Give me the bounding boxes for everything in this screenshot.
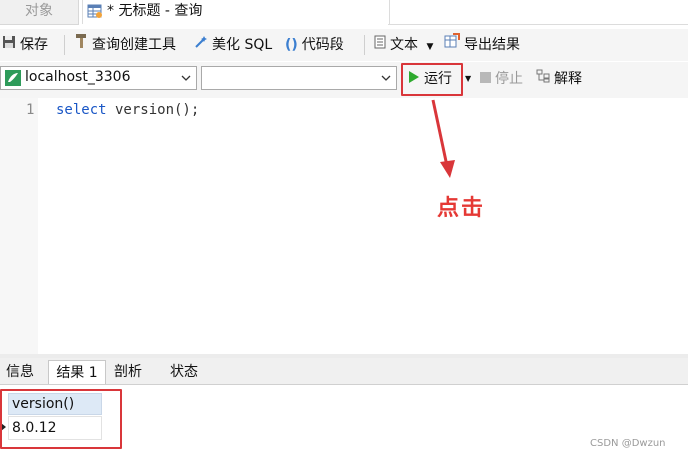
toolbar-separator bbox=[364, 35, 365, 55]
annotation-label: 点击 bbox=[437, 196, 486, 221]
explain-icon bbox=[536, 63, 550, 95]
database-select[interactable] bbox=[201, 66, 397, 90]
query-builder-label: 查询创建工具 bbox=[92, 37, 176, 53]
chevron-down-icon bbox=[181, 71, 191, 81]
stop-button[interactable]: 停止 bbox=[480, 63, 523, 95]
toolbar-separator bbox=[64, 35, 65, 55]
explain-button[interactable]: 解释 bbox=[536, 63, 582, 95]
tab-objects-label: 对象 bbox=[25, 3, 53, 19]
result-highlight-box bbox=[0, 389, 122, 449]
code-snippet-label: 代码段 bbox=[301, 37, 344, 53]
sql-keyword: select bbox=[56, 102, 107, 118]
chevron-down-icon: ▼ bbox=[426, 42, 434, 52]
sql-expression: version(); bbox=[106, 102, 200, 118]
watermark: CSDN @Dwzun bbox=[590, 438, 666, 449]
hammer-icon bbox=[74, 29, 88, 61]
export-results-label: 导出结果 bbox=[464, 37, 520, 53]
tab-objects[interactable]: 对象 bbox=[0, 0, 79, 25]
tab-status-label: 状态 bbox=[170, 364, 198, 380]
editor-gutter bbox=[0, 98, 38, 354]
chevron-down-icon: ▼ bbox=[465, 74, 472, 83]
query-builder-button[interactable]: 查询创建工具 bbox=[74, 29, 176, 61]
sql-editor[interactable]: select version(); bbox=[56, 102, 199, 118]
run-highlight-box bbox=[401, 63, 463, 96]
code-snippet-button[interactable]: () 代码段 bbox=[285, 29, 344, 61]
explain-label: 解释 bbox=[554, 71, 582, 87]
text-label: 文本 bbox=[390, 37, 418, 53]
tab-query[interactable]: * 无标题 - 查询 bbox=[82, 0, 390, 24]
stop-label: 停止 bbox=[495, 71, 523, 87]
document-icon bbox=[374, 29, 386, 61]
line-number: 1 bbox=[26, 102, 35, 118]
tab-info[interactable]: 信息 bbox=[0, 360, 40, 384]
export-results-button[interactable]: 导出结果 bbox=[444, 29, 520, 61]
parentheses-icon: () bbox=[285, 37, 298, 53]
connection-select[interactable]: localhost_3306 bbox=[0, 66, 197, 90]
tab-profile[interactable]: 剖析 bbox=[106, 360, 150, 384]
tab-status[interactable]: 状态 bbox=[158, 360, 210, 384]
chevron-down-icon bbox=[381, 71, 391, 81]
beautify-sql-button[interactable]: 美化 SQL bbox=[194, 29, 272, 61]
save-label: 保存 bbox=[20, 37, 48, 53]
run-dropdown-chevron[interactable]: ▼ bbox=[465, 63, 471, 95]
beautify-sql-label: 美化 SQL bbox=[212, 37, 273, 53]
connection-icon bbox=[5, 70, 21, 90]
annotation-arrow bbox=[431, 99, 455, 178]
tab-query-label: * 无标题 - 查询 bbox=[107, 3, 203, 19]
tab-bar-divider bbox=[388, 24, 688, 25]
stop-icon bbox=[480, 63, 491, 95]
sparkle-icon bbox=[194, 29, 208, 61]
save-button[interactable]: 保存 bbox=[2, 29, 48, 61]
connection-value: localhost_3306 bbox=[25, 69, 131, 85]
tab-result-1[interactable]: 结果 1 bbox=[48, 360, 106, 384]
tab-result-1-label: 结果 1 bbox=[56, 365, 98, 381]
tab-profile-label: 剖析 bbox=[114, 364, 142, 380]
query-table-icon bbox=[87, 3, 103, 26]
tab-info-label: 信息 bbox=[6, 364, 34, 380]
export-icon bbox=[444, 29, 460, 61]
save-icon bbox=[2, 29, 16, 61]
text-button[interactable]: 文本 ▼ bbox=[374, 29, 433, 61]
